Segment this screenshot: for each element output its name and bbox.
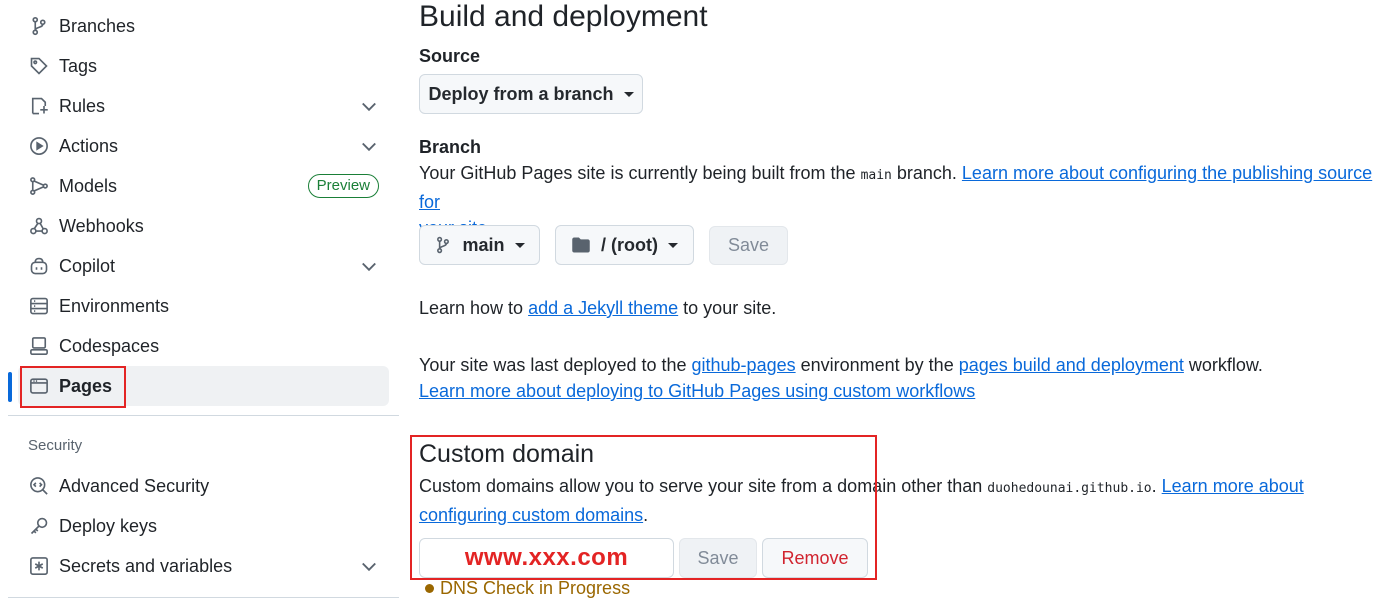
source-label: Source: [419, 46, 481, 66]
rules-icon: [28, 95, 50, 117]
sidebar-item-copilot[interactable]: Copilot: [18, 246, 389, 286]
folder-select-value: / (root): [601, 234, 658, 255]
models-icon: [28, 175, 50, 197]
branch-label: Branch: [419, 137, 482, 157]
caret-down-icon: [514, 242, 525, 248]
text: workflow.: [1183, 355, 1263, 375]
text: branch.: [891, 163, 962, 183]
sidebar-item-deploy-keys[interactable]: Deploy keys: [18, 506, 389, 546]
key-icon: [28, 515, 50, 537]
copilot-icon: [28, 255, 50, 277]
folder-icon: [572, 237, 590, 253]
git-branch-icon: [437, 236, 450, 254]
sidebar-item-webhooks[interactable]: Webhooks: [18, 206, 389, 246]
dns-status-text: DNS Check in Progress: [440, 578, 631, 598]
text: to your site.: [678, 298, 777, 318]
text: Your site was last deployed to the: [419, 355, 692, 375]
text: environment by the: [795, 355, 959, 375]
sidebar-item-label: Copilot: [59, 255, 116, 276]
security-heading: Security: [28, 437, 83, 454]
custom-domain-highlight-box: [410, 435, 877, 580]
sidebar-item-environments[interactable]: Environments: [18, 286, 389, 326]
sidebar-item-label: Deploy keys: [59, 515, 158, 536]
save-branch-button[interactable]: Save: [709, 226, 788, 265]
asterisk-icon: [28, 555, 50, 577]
branch-code: main: [860, 168, 892, 183]
preview-badge: Preview: [307, 174, 379, 198]
text: .: [1151, 476, 1162, 496]
sidebar-item-rules[interactable]: Rules: [18, 86, 389, 126]
sidebar-divider: [8, 415, 399, 416]
dns-status: DNS Check in Progress: [425, 578, 630, 599]
sidebar-item-secrets[interactable]: Secrets and variables: [18, 546, 389, 586]
sidebar-item-label: Actions: [59, 135, 119, 156]
jekyll-theme-link[interactable]: add a Jekyll theme: [528, 298, 678, 318]
text: Your GitHub Pages site is currently bein…: [419, 163, 861, 183]
sidebar-item-advanced-security[interactable]: Advanced Security: [18, 466, 389, 506]
sidebar-item-label: Tags: [59, 55, 98, 76]
sidebar-item-label: Environments: [59, 295, 170, 316]
caret-down-icon: [623, 91, 634, 97]
source-value: Deploy from a branch: [428, 83, 614, 104]
text: Learn how to: [419, 298, 529, 318]
branch-select[interactable]: main: [419, 225, 540, 265]
chevron-down-icon[interactable]: [359, 556, 379, 576]
sidebar-item-label: Secrets and variables: [59, 555, 233, 576]
codespaces-icon: [28, 335, 50, 357]
sidebar-divider: [8, 597, 399, 598]
default-domain-code: duohedounai.github.io: [987, 481, 1152, 496]
custom-workflows-link[interactable]: Learn more about deploying to GitHub Pag…: [419, 381, 975, 401]
pages-highlight-box: [20, 366, 126, 408]
sidebar-item-label: Rules: [59, 95, 106, 116]
page-title: Build and deployment: [419, 0, 708, 33]
jekyll-text: Learn how to add a Jekyll theme to your …: [419, 295, 776, 321]
status-dot-icon: [425, 584, 434, 593]
active-indicator: [8, 372, 12, 402]
tag-icon: [28, 55, 50, 77]
git-branch-icon: [28, 15, 50, 37]
server-icon: [28, 295, 50, 317]
github-pages-env-link[interactable]: github-pages: [692, 355, 796, 375]
workflow-link[interactable]: pages build and deployment: [959, 355, 1184, 375]
settings-sidebar: Branches Tags Rules Actions Models Previ…: [0, 0, 400, 603]
play-icon: [28, 135, 50, 157]
folder-select[interactable]: / (root): [555, 225, 694, 265]
sidebar-item-actions[interactable]: Actions: [18, 126, 389, 166]
sidebar-item-label: Webhooks: [59, 215, 144, 236]
deployment-info: Your site was last deployed to the githu…: [419, 352, 1378, 404]
chevron-down-icon[interactable]: [359, 136, 379, 156]
caret-down-icon: [667, 242, 678, 248]
chevron-down-icon[interactable]: [359, 256, 379, 276]
sidebar-item-label: Branches: [59, 15, 136, 36]
sidebar-item-label: Codespaces: [59, 335, 160, 356]
custom-domain-learn-link[interactable]: Learn more about: [1162, 476, 1304, 496]
source-dropdown[interactable]: Deploy from a branch: [419, 74, 643, 114]
sidebar-item-label: Models: [59, 175, 118, 196]
branch-select-value: main: [462, 234, 505, 255]
webhook-icon: [28, 215, 50, 237]
codescan-icon: [28, 475, 50, 497]
sidebar-item-models[interactable]: Models Preview: [18, 166, 389, 206]
sidebar-item-tags[interactable]: Tags: [18, 46, 389, 86]
sidebar-item-branches[interactable]: Branches: [18, 6, 389, 46]
sidebar-item-codespaces[interactable]: Codespaces: [18, 326, 389, 366]
chevron-down-icon[interactable]: [359, 96, 379, 116]
sidebar-item-label: Advanced Security: [59, 475, 210, 496]
